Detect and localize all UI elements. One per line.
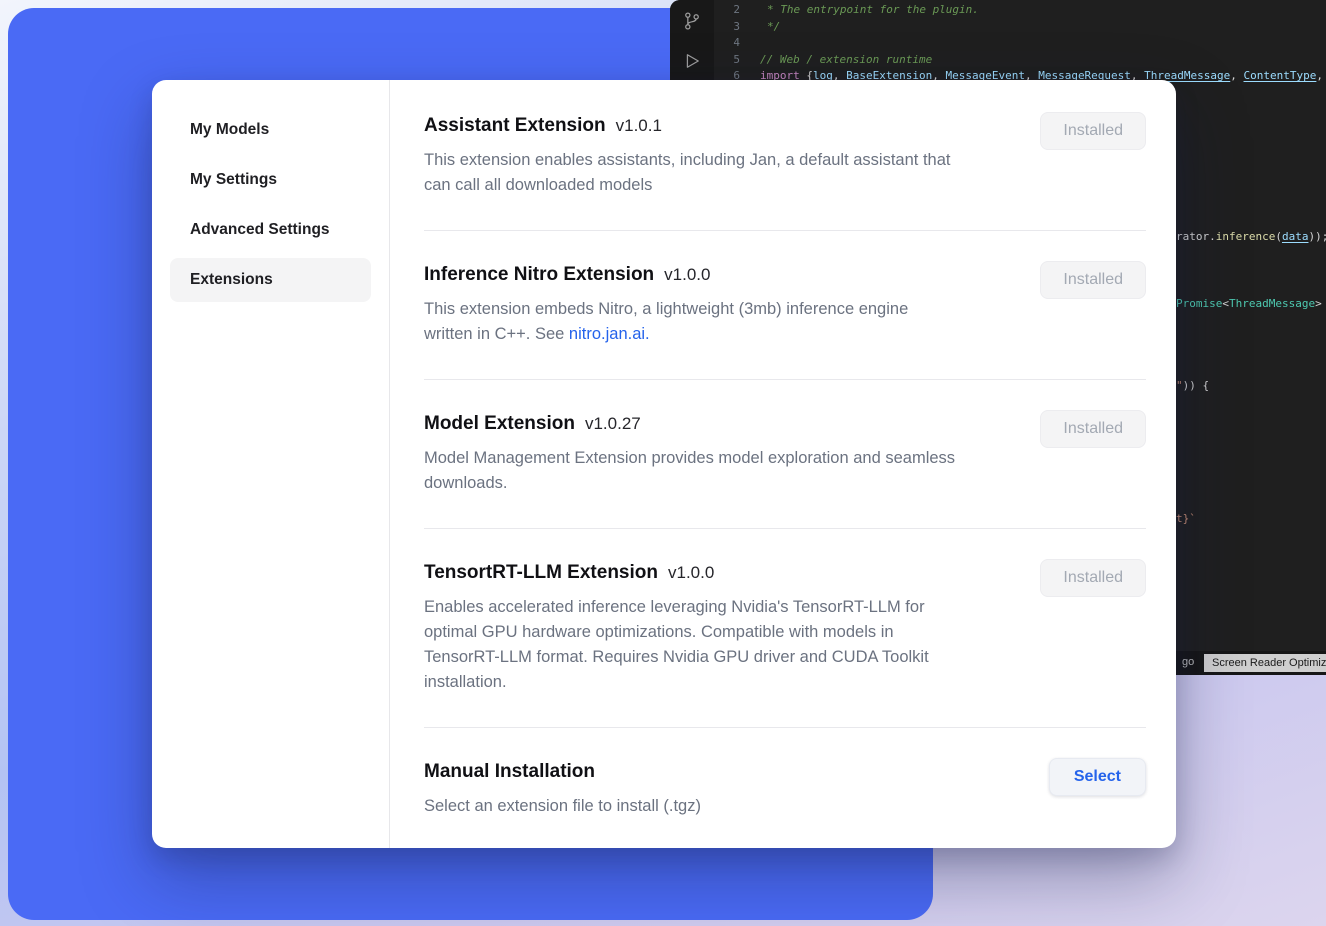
status-text: go [1182,656,1194,668]
extension-description: This extension enables assistants, inclu… [424,148,959,198]
extension-version: v1.0.1 [616,112,662,140]
manual-installation-row: Manual Installation Select an extension … [424,728,1146,848]
extension-version: v1.0.0 [664,261,710,289]
code-fragment: rator.inference(data)); [1176,230,1326,243]
line-number: 4 [714,35,740,52]
extension-title: Model Extension [424,410,575,438]
extension-version: v1.0.0 [668,559,714,587]
code-lines: 2 * The entrypoint for the plugin. 3 */ … [714,2,1323,85]
line-number: 2 [714,2,740,19]
extension-description: Model Management Extension provides mode… [424,446,959,496]
nitro-jan-ai-link[interactable]: nitro.jan.ai. [569,325,650,343]
extension-row-tensorrt: TensortRT-LLM Extension v1.0.0 Enables a… [424,529,1146,728]
installed-button[interactable]: Installed [1040,410,1146,448]
extension-title: TensortRT-LLM Extension [424,559,658,587]
extensions-list: Assistant Extension v1.0.1 This extensio… [390,80,1176,848]
source-control-icon [682,10,702,32]
line-number: 5 [714,52,740,69]
code-line: 4 [714,35,1323,52]
sidebar-item-advanced-settings[interactable]: Advanced Settings [170,208,371,252]
sidebar-item-extensions[interactable]: Extensions [170,258,371,302]
installed-button[interactable]: Installed [1040,559,1146,597]
code-fragment: ")) { [1176,379,1209,392]
run-icon [682,50,702,72]
sidebar-item-my-models[interactable]: My Models [170,108,371,152]
extension-title: Assistant Extension [424,112,606,140]
extension-title: Inference Nitro Extension [424,261,654,289]
code-fragment: Promise<ThreadMessage> [1176,297,1322,310]
installed-button[interactable]: Installed [1040,261,1146,299]
code-line: 3 */ [714,19,1323,36]
installed-button[interactable]: Installed [1040,112,1146,150]
screen-reader-badge: Screen Reader Optimized [1204,654,1326,672]
extension-row-model: Model Extension v1.0.27 Model Management… [424,380,1146,529]
extension-row-nitro: Inference Nitro Extension v1.0.0 This ex… [424,231,1146,380]
manual-installation-title: Manual Installation [424,758,595,786]
extension-version: v1.0.27 [585,410,641,438]
settings-sidebar: My Models My Settings Advanced Settings … [152,80,390,848]
code-fragment: t}` [1176,512,1196,525]
extension-description: This extension embeds Nitro, a lightweig… [424,297,959,347]
extension-description: Enables accelerated inference leveraging… [424,595,959,695]
code-line: 2 * The entrypoint for the plugin. [714,2,1323,19]
select-file-button[interactable]: Select [1049,758,1146,796]
line-number: 3 [714,19,740,36]
code-line: 5 // Web / extension runtime [714,52,1323,69]
extension-row-assistant: Assistant Extension v1.0.1 This extensio… [424,80,1146,231]
settings-dialog: My Models My Settings Advanced Settings … [152,80,1176,848]
manual-installation-description: Select an extension file to install (.tg… [424,794,701,819]
sidebar-item-my-settings[interactable]: My Settings [170,158,371,202]
